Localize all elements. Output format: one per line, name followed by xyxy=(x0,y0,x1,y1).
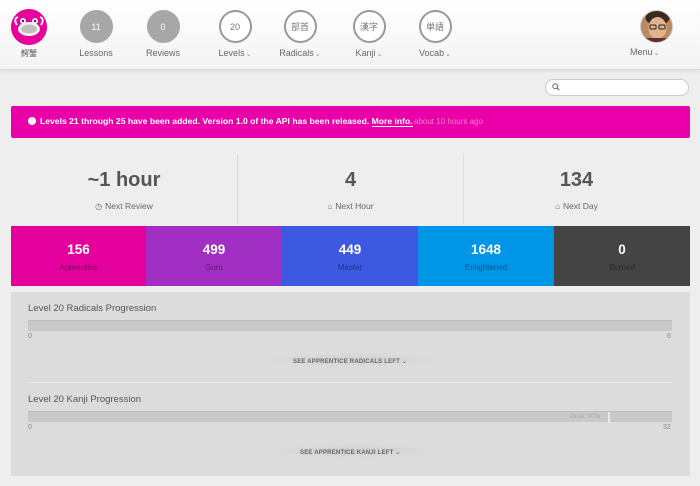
nav-radicals[interactable]: 部首 Radicals⌄ xyxy=(270,10,330,58)
srs-distribution: 156 Apprentice 499 Guru 449 Master 1648 … xyxy=(11,226,690,286)
next-day-stat: 134 ⌂ Next Day xyxy=(463,154,689,224)
more-info-link[interactable]: More info. xyxy=(371,116,413,127)
radicals-progress-min: 0 xyxy=(28,333,32,340)
chevron-down-icon: ⌄ xyxy=(395,450,401,456)
stat-label: Next Hour xyxy=(335,201,374,211)
announcement-banner: Levels 21 through 25 have been added. Ve… xyxy=(11,106,690,138)
levels-badge: 20 xyxy=(218,10,252,43)
stat-label: Next Review xyxy=(105,201,153,211)
srs-apprentice[interactable]: 156 Apprentice xyxy=(11,226,146,286)
clock-icon: ◷ xyxy=(95,202,103,211)
next-hour-stat: 4 ⌂ Next Hour xyxy=(237,154,463,224)
nav-reviews[interactable]: 0 Reviews xyxy=(133,10,193,58)
srs-guru[interactable]: 499 Guru xyxy=(146,226,282,286)
kanji-progress-bar: Goal: 90% xyxy=(28,411,672,423)
chevron-down-icon: ⌄ xyxy=(401,359,408,365)
goal-label: Goal: 90% xyxy=(570,413,601,420)
radicals-badge: 部首 xyxy=(283,10,317,43)
srs-label: Master xyxy=(337,263,363,272)
srs-count: 499 xyxy=(202,242,226,257)
nav-label: Radicals xyxy=(279,48,314,58)
kanji-progress-max: 32 xyxy=(663,424,671,431)
stat-label: Next Day xyxy=(562,201,598,211)
see-apprentice-kanji-link[interactable]: SEE APPRENTICE KANJI LEFT ⌄ xyxy=(300,449,401,456)
review-forecast: ~1 hour ◷ Next Review 4 ⌂ Next Hour 134 ⌂ N… xyxy=(11,154,690,224)
vocab-badge: 単語 xyxy=(418,10,452,43)
top-navbar: 鰐蟹 11 Lessons 0 Reviews 20 Levels⌄ 部首 Ra… xyxy=(0,0,700,70)
radicals-progress-max: 6 xyxy=(667,333,671,340)
nav-vocab[interactable]: 単語 Vocab⌄ xyxy=(405,10,465,58)
user-avatar[interactable] xyxy=(640,10,673,43)
srs-count: 449 xyxy=(338,242,362,257)
srs-count: 156 xyxy=(67,242,90,257)
globe-icon xyxy=(28,117,36,125)
logo-label: 鰐蟹 xyxy=(21,49,37,58)
srs-enlightened[interactable]: 1648 Enlightened xyxy=(418,226,554,286)
nav-label: Reviews xyxy=(145,48,180,58)
stat-value: 134 xyxy=(559,169,594,191)
goal-marker xyxy=(608,412,610,423)
nav-kanji[interactable]: 漢字 Kanji⌄ xyxy=(339,10,399,58)
chevron-down-icon: ⌄ xyxy=(445,51,451,58)
kanji-badge: 漢字 xyxy=(352,10,386,43)
stat-value: ~1 hour xyxy=(87,169,161,191)
kanji-progress-title: Level 20 Kanji Progression xyxy=(28,394,142,405)
section-divider xyxy=(28,382,672,383)
announcement-text: Levels 21 through 25 have been added. Ve… xyxy=(40,116,413,127)
lessons-count-badge: 11 xyxy=(79,10,113,43)
radicals-progress-title: Level 20 Radicals Progression xyxy=(28,303,157,314)
nav-lessons[interactable]: 11 Lessons xyxy=(66,10,126,58)
next-review-stat: ~1 hour ◷ Next Review xyxy=(11,154,237,224)
search-icon xyxy=(552,83,560,91)
radicals-progress-bar xyxy=(28,320,672,331)
crab-logo-icon[interactable] xyxy=(11,9,47,45)
reviews-count-badge: 0 xyxy=(146,10,180,43)
chevron-down-icon: ⌄ xyxy=(245,51,252,58)
srs-burned[interactable]: 0 Burned xyxy=(554,226,690,286)
kanji-progress-min: 0 xyxy=(28,424,32,431)
srs-label: Guru xyxy=(205,263,223,272)
menu-button[interactable]: Menu⌄ xyxy=(630,47,659,57)
srs-master[interactable]: 449 Master xyxy=(282,226,418,286)
inbox-icon: ⌂ xyxy=(327,202,333,211)
inbox-icon: ⌂ xyxy=(555,202,560,211)
nav-levels[interactable]: 20 Levels⌄ xyxy=(205,10,265,58)
nav-label: Lessons xyxy=(79,48,113,58)
srs-label: Burned xyxy=(609,263,635,272)
srs-label: Apprentice xyxy=(59,263,98,272)
stat-value: 4 xyxy=(344,169,357,191)
nav-label: Levels xyxy=(218,48,245,58)
srs-label: Enlightened xyxy=(464,263,508,272)
nav-label: Kanji xyxy=(355,48,376,58)
see-apprentice-radicals-link[interactable]: SEE APPRENTICE RADICALS LEFT ⌄ xyxy=(293,358,407,365)
announcement-timestamp: about 10 hours ago xyxy=(414,117,483,126)
srs-count: 0 xyxy=(618,242,626,257)
progress-panel: Level 20 Radicals Progression 0 6 SEE AP… xyxy=(11,292,690,476)
chevron-down-icon: ⌄ xyxy=(376,51,383,58)
search-input[interactable] xyxy=(545,79,689,96)
nav-label: Vocab xyxy=(419,48,445,58)
chevron-down-icon: ⌄ xyxy=(314,51,321,58)
chevron-down-icon: ⌄ xyxy=(653,50,660,57)
srs-count: 1648 xyxy=(470,242,502,257)
